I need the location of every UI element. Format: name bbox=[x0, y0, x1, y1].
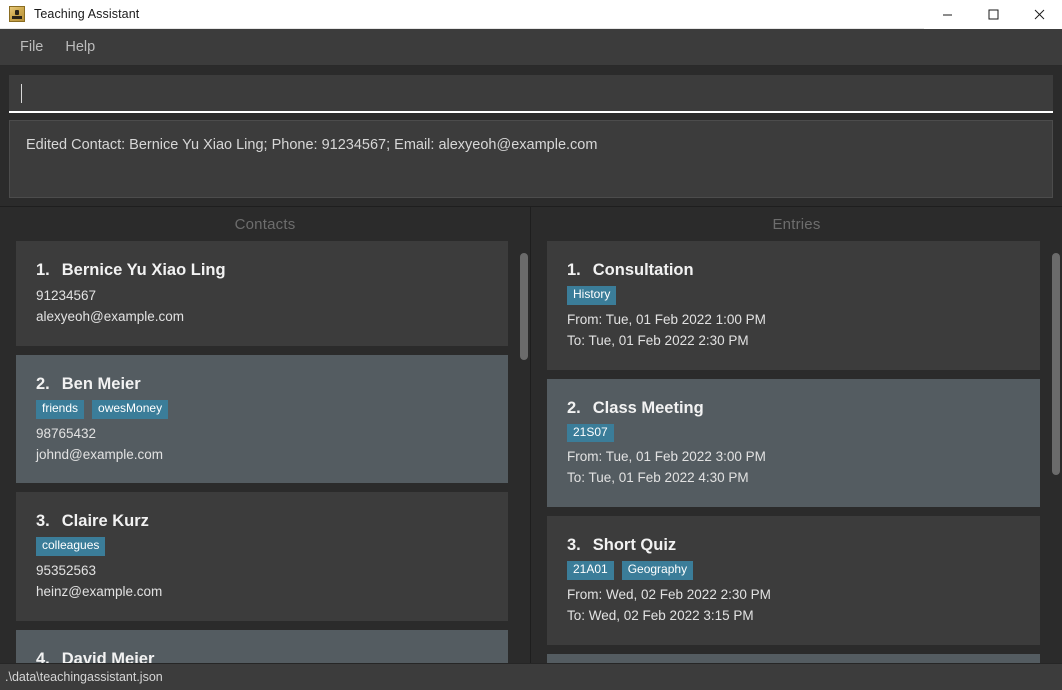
entry-card-to: To: Wed, 02 Feb 2022 3:15 PM bbox=[567, 608, 754, 623]
status-bar-path: .\data\teachingassistant.json bbox=[5, 670, 163, 684]
contact-card-email: alexyeoh@example.com bbox=[36, 308, 185, 324]
minimize-button[interactable] bbox=[924, 0, 970, 29]
application-window: Teaching Assistant File Help Edited Cont… bbox=[0, 0, 1062, 690]
entry-card-index: 1. bbox=[567, 261, 581, 279]
entry-card[interactable]: 3. Short Quiz 21A01 Geography From: Wed, 02 … bbox=[547, 516, 1040, 645]
minimize-icon bbox=[942, 14, 952, 15]
tag-label: Geography bbox=[621, 561, 694, 581]
entry-card-index: 3. bbox=[567, 536, 581, 555]
entry-card-title: 3. Short Quiz bbox=[567, 536, 1040, 555]
menu-item-file[interactable]: File bbox=[9, 35, 54, 59]
entry-card-tags: History bbox=[567, 286, 1040, 305]
entry-card[interactable]: 2. Class Meeting 21S07 From: Tue, 01 Feb 20… bbox=[547, 378, 1040, 508]
result-display-container: Edited Contact: Bernice Yu Xiao Ling; Ph… bbox=[0, 114, 1062, 206]
contact-card-name: Claire Kurz bbox=[61, 512, 149, 531]
entry-card-to: To: Tue, 01 Feb 2022 2:30 PM bbox=[567, 332, 749, 348]
entries-panel: Entries 1. Consultation History From: Tue, … bbox=[531, 207, 1062, 663]
entries-panel-header: Entries bbox=[772, 215, 821, 233]
contacts-panel: Contacts 1. Bernice Yu Xiao Ling 91234567 a… bbox=[0, 207, 531, 663]
app-icon bbox=[9, 6, 25, 22]
contact-card-name: Bernice Yu Xiao Ling bbox=[61, 261, 226, 279]
tag-label: History bbox=[567, 286, 617, 305]
entry-card-from: From: Tue, 01 Feb 2022 1:00 PM bbox=[567, 311, 766, 327]
contacts-scrollbar-thumb[interactable] bbox=[520, 253, 528, 360]
entry-card-title: 1. Consultation bbox=[567, 261, 1040, 280]
contact-card[interactable]: 3. Claire Kurz colleagues 95352563 heinz@exa… bbox=[16, 492, 508, 622]
contact-card-phone: 95352563 bbox=[36, 563, 97, 579]
contact-card-email: heinz@example.com bbox=[36, 584, 163, 600]
tag-label: friends bbox=[36, 399, 85, 419]
contact-card-email: johnd@example.com bbox=[36, 446, 164, 462]
title-bar-left: Teaching Assistant bbox=[0, 6, 924, 22]
contact-card-index: 3. bbox=[36, 512, 50, 531]
result-display: Edited Contact: Bernice Yu Xiao Ling; Ph… bbox=[9, 120, 1053, 198]
entry-card-from: From: Wed, 02 Feb 2022 2:30 PM bbox=[567, 587, 771, 603]
window-controls bbox=[924, 0, 1062, 29]
contact-card[interactable]: 2. Ben Meier friends owesMoney 98765432 johnd… bbox=[16, 354, 508, 484]
contact-card-phone: 98765432 bbox=[36, 425, 97, 441]
entry-card-tags: 21A01 Geography bbox=[567, 561, 1040, 581]
tag-label: 21A01 bbox=[567, 561, 614, 581]
close-button[interactable] bbox=[1016, 0, 1062, 29]
title-bar: Teaching Assistant bbox=[0, 0, 1062, 29]
result-message: Edited Contact: Bernice Yu Xiao Ling; Ph… bbox=[26, 137, 598, 153]
command-input[interactable] bbox=[9, 75, 1053, 113]
contact-card-title: 2. Ben Meier bbox=[36, 375, 508, 394]
entry-card-index: 2. bbox=[567, 398, 581, 417]
close-icon bbox=[1034, 9, 1044, 19]
entries-scrollbar-thumb[interactable] bbox=[1052, 253, 1060, 475]
contact-card-tags: friends owesMoney bbox=[36, 399, 508, 419]
contact-card-title: 1. Bernice Yu Xiao Ling bbox=[36, 261, 508, 280]
contacts-scrollbar[interactable] bbox=[517, 245, 530, 663]
maximize-icon bbox=[988, 9, 998, 19]
maximize-button[interactable] bbox=[970, 0, 1016, 29]
contact-card-title: 3. Claire Kurz bbox=[36, 512, 508, 531]
contact-card-phone: 91234567 bbox=[36, 288, 97, 303]
contacts-panel-header: Contacts bbox=[234, 215, 296, 233]
main-content: Contacts 1. Bernice Yu Xiao Ling 91234567 a… bbox=[0, 206, 1062, 663]
contact-card-index: 4. bbox=[36, 650, 50, 663]
contact-card-index: 1. bbox=[36, 261, 50, 279]
contact-card-name: David Meier bbox=[61, 650, 155, 663]
entry-card-to: To: Tue, 01 Feb 2022 4:30 PM bbox=[567, 470, 749, 486]
command-box-container bbox=[0, 66, 1062, 114]
entry-card-name: Class Meeting bbox=[592, 398, 704, 417]
entry-card[interactable]: 4.Extra ClassMath bbox=[547, 653, 1040, 663]
contact-card[interactable]: 4.David Meierfriends bbox=[16, 630, 508, 663]
contact-card-title: 4. David Meier bbox=[36, 650, 508, 663]
tag-label: colleagues bbox=[36, 537, 106, 557]
text-caret bbox=[21, 83, 22, 103]
entry-card-tags: 21S07 bbox=[567, 423, 1040, 443]
contact-card[interactable]: 1. Bernice Yu Xiao Ling 91234567 alexyeoh@e… bbox=[16, 241, 508, 346]
window-title: Teaching Assistant bbox=[34, 7, 140, 21]
contacts-list-area: 1. Bernice Yu Xiao Ling 91234567 alexyeoh@e… bbox=[0, 241, 530, 663]
contact-card-tags: colleagues bbox=[36, 537, 508, 557]
entry-card[interactable]: 1. Consultation History From: Tue, 01 Feb 2… bbox=[547, 241, 1040, 370]
entries-scrollbar[interactable] bbox=[1049, 245, 1062, 663]
contact-card-name: Ben Meier bbox=[61, 374, 141, 393]
status-bar: .\data\teachingassistant.json bbox=[0, 663, 1062, 690]
contacts-list[interactable]: 1. Bernice Yu Xiao Ling 91234567 alexyeoh@e… bbox=[16, 241, 521, 663]
entry-card-name: Consultation bbox=[592, 261, 694, 279]
contact-card-index: 2. bbox=[36, 374, 50, 393]
menu-bar: File Help bbox=[0, 29, 1062, 66]
entries-list[interactable]: 1. Consultation History From: Tue, 01 Feb 2… bbox=[547, 241, 1053, 663]
entry-card-name: Short Quiz bbox=[592, 536, 677, 555]
entry-card-title: 2. Class Meeting bbox=[567, 399, 1040, 418]
tag-label: owesMoney bbox=[92, 399, 169, 419]
menu-item-help[interactable]: Help bbox=[54, 35, 106, 59]
tag-label: 21S07 bbox=[567, 423, 614, 443]
entry-card-from: From: Tue, 01 Feb 2022 3:00 PM bbox=[567, 449, 766, 465]
entries-list-area: 1. Consultation History From: Tue, 01 Feb 2… bbox=[531, 241, 1062, 663]
